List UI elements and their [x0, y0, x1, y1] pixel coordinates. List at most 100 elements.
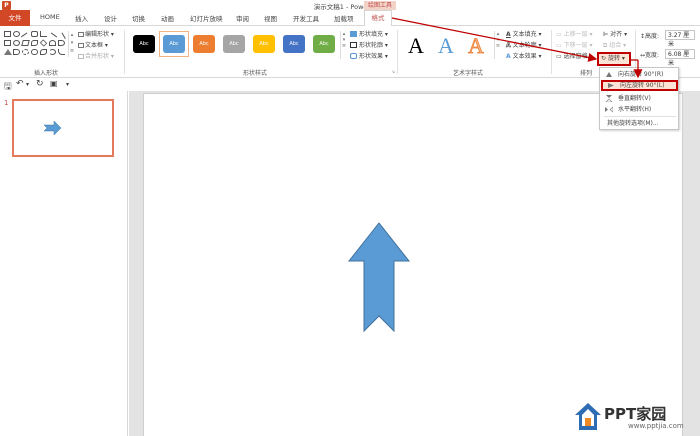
rotate-left-90-item[interactable]: 向左旋转 90°(L): [601, 80, 678, 91]
group-separator: [551, 30, 552, 74]
group-button[interactable]: ⧉ 组合 ▾: [603, 40, 626, 50]
customize-qat-icon[interactable]: ▾: [66, 81, 69, 88]
tab-slideshow[interactable]: 幻灯片放映: [190, 13, 223, 23]
group-separator: [397, 30, 398, 74]
shape-rect-icon[interactable]: [4, 31, 11, 37]
shape-moon-icon[interactable]: [49, 49, 56, 55]
shape-triangle-icon[interactable]: [4, 49, 12, 55]
shape-parallelogram-icon[interactable]: [21, 40, 30, 46]
shape-elbow-icon[interactable]: [58, 49, 65, 55]
bring-forward-button[interactable]: ▭ 上移一层 ▾: [556, 29, 593, 38]
shape-effects-button[interactable]: 形状效果 ▾: [350, 51, 388, 60]
group-label-arrange: 排列: [580, 70, 593, 77]
shape-gallery[interactable]: ▴ ▾ ≡: [2, 29, 76, 61]
flip-horizontal-item[interactable]: 水平翻转(H): [601, 104, 678, 115]
shape-connector-icon[interactable]: [40, 31, 47, 37]
tab-file[interactable]: 文件: [0, 10, 30, 26]
start-slideshow-icon[interactable]: ▣: [50, 79, 58, 88]
quick-access-toolbar: 🖫 ↶ ▾ ↻ ▣ ▾: [0, 78, 700, 92]
style-swatch-gray[interactable]: Abc: [223, 35, 245, 53]
watermark-brand: PPT家园: [604, 405, 667, 423]
shape-curve-icon[interactable]: [40, 49, 47, 55]
paint-bucket-icon: [350, 31, 357, 37]
height-input[interactable]: 3.27 厘米: [665, 30, 695, 48]
tab-insert[interactable]: 插入: [75, 13, 88, 23]
style-swatch-orange[interactable]: Abc: [193, 35, 215, 53]
width-input[interactable]: 6.08 厘米: [665, 49, 695, 67]
shape-diamond-icon[interactable]: [39, 39, 48, 47]
text-fill-button[interactable]: A 文本填充 ▾: [506, 29, 542, 38]
group-label-insert-shapes: 插入形状: [34, 70, 59, 77]
rotate-right-icon: [606, 72, 612, 77]
width-label: ↔宽度:: [640, 52, 660, 59]
text-fill-icon: A: [506, 31, 511, 38]
tab-format[interactable]: 格式: [364, 10, 392, 27]
merge-shapes-button[interactable]: 合并形状 ▾: [78, 51, 114, 60]
text-outline-button[interactable]: A 文本轮廓 ▾: [506, 40, 542, 50]
shape-gallery-scroll[interactable]: ▴ ▾ ≡: [68, 31, 75, 57]
shape-fill-button[interactable]: 形状填充 ▾: [350, 29, 388, 38]
shape-outline-button[interactable]: 形状轮廓 ▾: [350, 40, 388, 49]
tab-transitions[interactable]: 切换: [132, 13, 145, 23]
style-swatch-black[interactable]: Abc: [133, 35, 155, 53]
drawing-tools-context-label: 绘图工具: [364, 1, 397, 10]
more-rotation-options-item[interactable]: 其他旋转选项(M)...: [601, 118, 678, 129]
redo-icon[interactable]: ↻: [36, 79, 44, 89]
tab-animations[interactable]: 动画: [161, 13, 174, 23]
shape-arc-icon[interactable]: [49, 40, 56, 46]
shape-circle-icon[interactable]: [13, 40, 20, 46]
thumbnail-arrow-shape: [43, 120, 62, 136]
tab-review[interactable]: 审阅: [236, 13, 249, 23]
undo-icon[interactable]: ↶: [16, 79, 24, 89]
slide-thumbnail[interactable]: [12, 99, 114, 157]
undo-dropdown-icon[interactable]: ▾: [26, 81, 29, 88]
tab-design[interactable]: 设计: [104, 13, 117, 23]
shape-square-icon[interactable]: [4, 40, 11, 46]
shape-styles-launcher-icon[interactable]: ↘: [391, 69, 395, 75]
tab-addins[interactable]: 加载项: [334, 13, 354, 23]
shape-rounded-rect-icon[interactable]: [31, 31, 38, 37]
shape-d-shape-icon[interactable]: [58, 40, 65, 46]
style-swatch-green[interactable]: Abc: [313, 35, 335, 53]
rotate-right-90-item[interactable]: 向右旋转 90°(R): [601, 69, 678, 80]
text-effects-button[interactable]: A 文本效果 ▾: [506, 51, 542, 60]
style-swatch-blue[interactable]: Abc: [163, 35, 185, 53]
selection-pane-button[interactable]: ▭ 选择窗格: [556, 51, 588, 60]
wordart-plain[interactable]: A: [408, 33, 424, 59]
title-bar: P 演示文稿1 - PowerPoint 绘图工具: [0, 0, 700, 11]
align-button[interactable]: ⊫ 对齐 ▾: [603, 29, 627, 38]
effects-icon: [350, 53, 357, 59]
wordart-gallery-scroll[interactable]: ▴ ▾ ≡: [494, 31, 501, 59]
group-label-wordart: 艺术字样式: [453, 70, 484, 77]
send-backward-button[interactable]: ▭ 下移一层 ▾: [556, 40, 593, 49]
ribbon: ▴ ▾ ≡ 编辑形状 ▾ 文本框 ▾ 合并形状 ▾ 插入形状 Abc Abc Abc…: [0, 26, 700, 78]
rotate-button[interactable]: ↻ 旋转 ▾: [597, 52, 631, 66]
text-box-icon: [78, 43, 84, 48]
align-icon: ⊫: [603, 31, 609, 38]
pen-outline-icon: [350, 42, 357, 48]
shape-snip-rect-icon[interactable]: [31, 40, 38, 46]
group-separator: [124, 30, 125, 74]
style-gallery-scroll[interactable]: ▴ ▾ ≡: [340, 31, 347, 59]
shape-arrow-block-icon[interactable]: [13, 49, 20, 55]
house-logo-icon: [575, 403, 601, 430]
style-swatch-dark-blue[interactable]: Abc: [283, 35, 305, 53]
style-swatch-gold[interactable]: Abc: [253, 35, 275, 53]
wordart-blue[interactable]: A: [438, 33, 454, 59]
shape-star-icon[interactable]: [22, 49, 29, 55]
slide-editing-area: [129, 91, 700, 436]
pptjia-watermark: PPT家园 www.pptjia.com: [574, 400, 700, 436]
wordart-orange[interactable]: A: [468, 33, 485, 59]
text-box-button[interactable]: 文本框 ▾: [78, 40, 108, 49]
shape-callout-icon[interactable]: [31, 49, 38, 55]
tab-home[interactable]: HOME: [40, 13, 60, 21]
slide-canvas[interactable]: [143, 93, 683, 436]
tab-view[interactable]: 视图: [264, 13, 277, 23]
arrow-shape[interactable]: [144, 94, 684, 436]
edit-shape-button[interactable]: 编辑形状 ▾: [78, 29, 114, 38]
rotate-icon: ↻: [601, 55, 607, 62]
shape-oval-icon[interactable]: [13, 31, 20, 37]
text-effects-icon: A: [506, 53, 511, 60]
tab-developer[interactable]: 开发工具: [293, 13, 319, 23]
flip-vertical-item[interactable]: 垂直翻转(V): [601, 93, 678, 104]
